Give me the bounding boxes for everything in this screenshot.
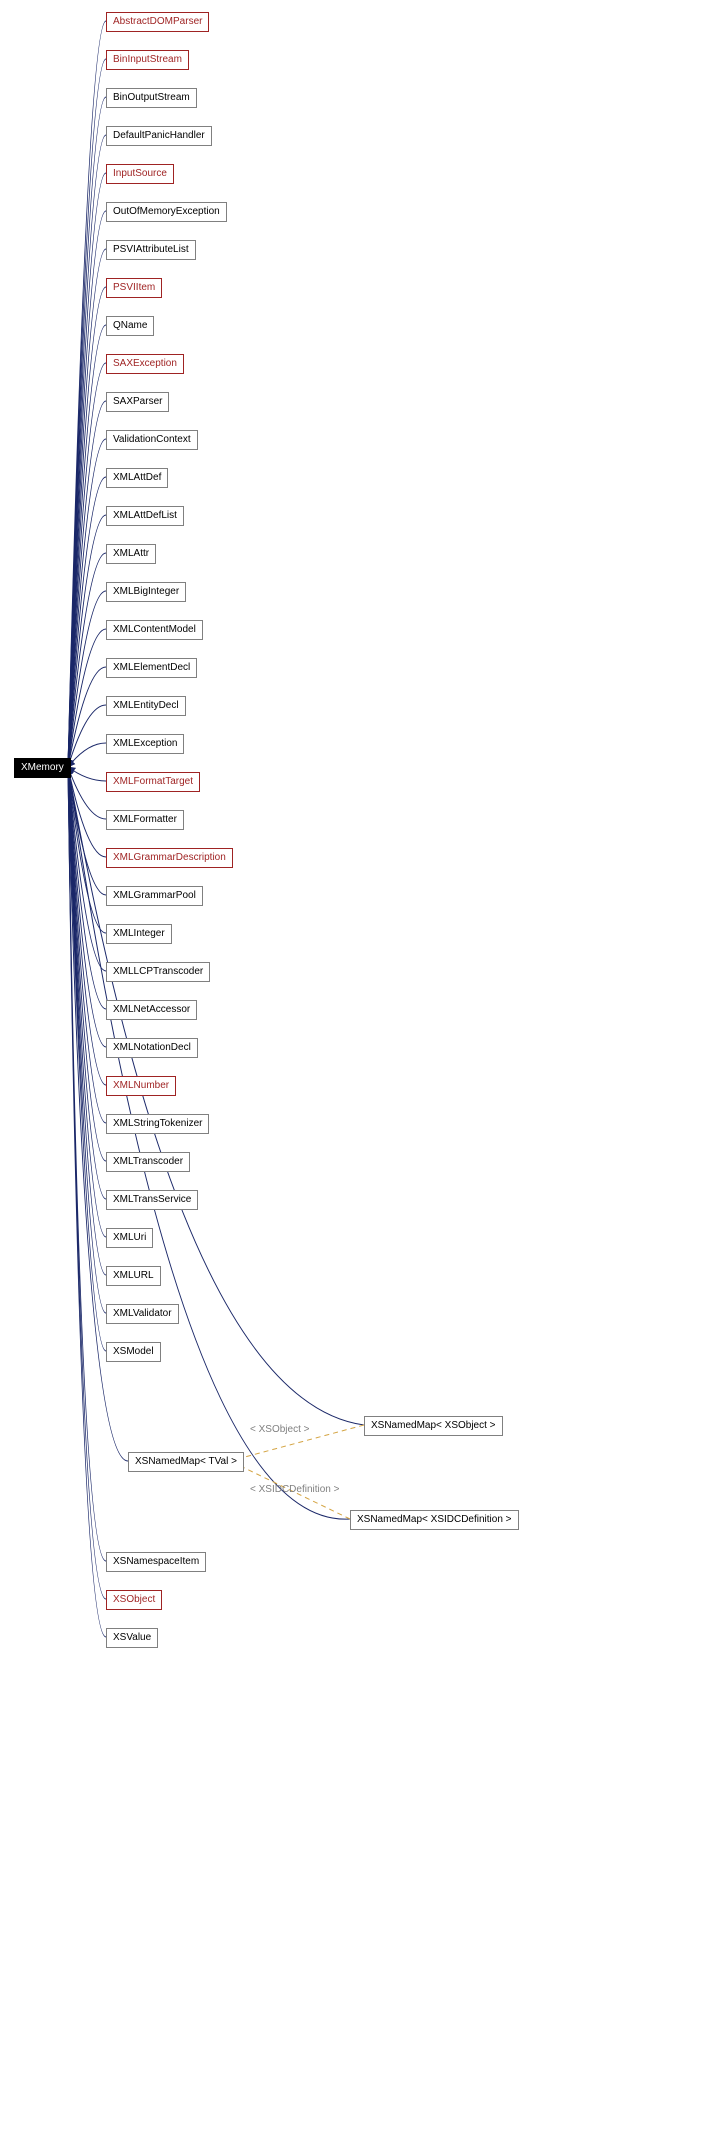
node-xsmodel[interactable]: XSModel [106,1342,161,1362]
node-xmlformatter[interactable]: XMLFormatter [106,810,184,830]
node-xsnamedmap-xsobject[interactable]: XSNamedMap< XSObject > [364,1416,503,1436]
node-xmlgrammardescription[interactable]: XMLGrammarDescription [106,848,233,868]
node-inputsource[interactable]: InputSource [106,164,174,184]
node-defaultpanichandler[interactable]: DefaultPanicHandler [106,126,212,146]
node-xmlattr[interactable]: XMLAttr [106,544,156,564]
node-xmllcptranscoder[interactable]: XMLLCPTranscoder [106,962,210,982]
node-xmlelementdecl[interactable]: XMLElementDecl [106,658,197,678]
node-abstractdomparser[interactable]: AbstractDOMParser [106,12,209,32]
node-qname[interactable]: QName [106,316,154,336]
node-xmlinteger[interactable]: XMLInteger [106,924,172,944]
node-xmlattdeflist[interactable]: XMLAttDefList [106,506,184,526]
node-xsobject[interactable]: XSObject [106,1590,162,1610]
node-xmluri[interactable]: XMLUri [106,1228,153,1248]
node-xmlurl[interactable]: XMLURL [106,1266,161,1286]
node-xmlattdef[interactable]: XMLAttDef [106,468,168,488]
node-xmlnumber[interactable]: XMLNumber [106,1076,176,1096]
node-xmltransservice[interactable]: XMLTransService [106,1190,198,1210]
template-label-xsobject: < XSObject > [250,1424,309,1435]
node-saxexception[interactable]: SAXException [106,354,184,374]
node-xmlexception[interactable]: XMLException [106,734,184,754]
node-xmltranscoder[interactable]: XMLTranscoder [106,1152,190,1172]
node-xmlformattarget[interactable]: XMLFormatTarget [106,772,200,792]
node-binoutputstream[interactable]: BinOutputStream [106,88,197,108]
node-xmlvalidator[interactable]: XMLValidator [106,1304,179,1324]
node-xmlcontentmodel[interactable]: XMLContentModel [106,620,203,640]
node-xsnamespaceitem[interactable]: XSNamespaceItem [106,1552,206,1572]
node-xmlnetaccessor[interactable]: XMLNetAccessor [106,1000,197,1020]
node-xsnamedmap-xsidcdefinition[interactable]: XSNamedMap< XSIDCDefinition > [350,1510,519,1530]
node-outofmemoryexception[interactable]: OutOfMemoryException [106,202,227,222]
diagram-canvas: XMemory AbstractDOMParser BinInputStream B… [0,0,718,2154]
node-psviattributelist[interactable]: PSVIAttributeList [106,240,196,260]
node-xmlentitydecl[interactable]: XMLEntityDecl [106,696,186,716]
node-validationcontext[interactable]: ValidationContext [106,430,198,450]
node-xmemory[interactable]: XMemory [14,758,71,778]
node-xsvalue[interactable]: XSValue [106,1628,158,1648]
node-psviitem[interactable]: PSVIItem [106,278,162,298]
template-label-xsidcdefinition: < XSIDCDefinition > [250,1484,340,1495]
node-bininputstream[interactable]: BinInputStream [106,50,189,70]
node-xmlnotationdecl[interactable]: XMLNotationDecl [106,1038,198,1058]
node-xmlbiginteger[interactable]: XMLBigInteger [106,582,186,602]
node-xmlstringtokenizer[interactable]: XMLStringTokenizer [106,1114,209,1134]
node-saxparser[interactable]: SAXParser [106,392,169,412]
node-xmlgrammarpool[interactable]: XMLGrammarPool [106,886,203,906]
node-xsnamedmap-tval[interactable]: XSNamedMap< TVal > [128,1452,244,1472]
